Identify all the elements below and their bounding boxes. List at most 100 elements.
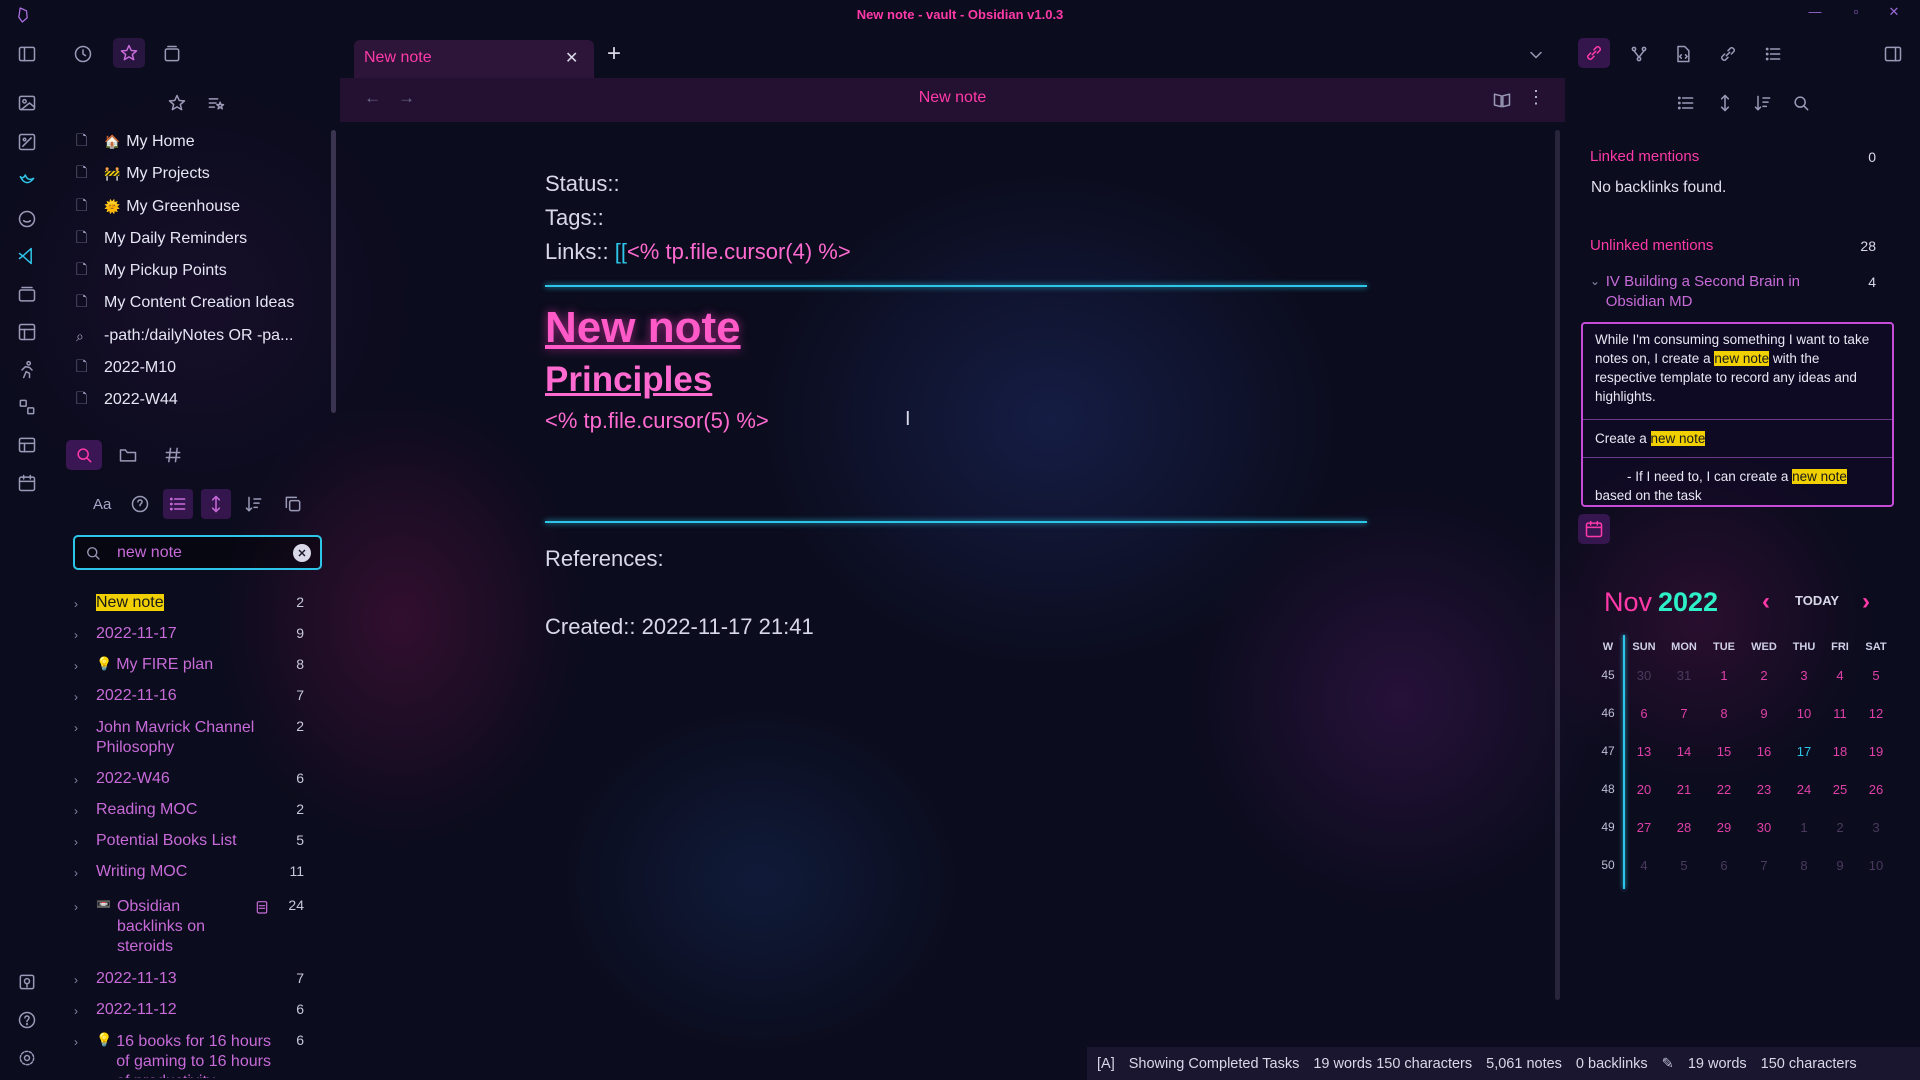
search-result[interactable]: › 2022-11-17 9 (74, 625, 304, 643)
calendar-day[interactable]: 5 (1666, 858, 1702, 873)
calendar-day[interactable]: 15 (1706, 744, 1742, 759)
backlinks-count[interactable]: 0 backlinks (1576, 1056, 1648, 1072)
expand-icon[interactable] (201, 489, 231, 519)
running-icon[interactable] (14, 357, 40, 383)
chevron-right-icon[interactable]: › (74, 897, 96, 957)
hashtag-icon[interactable] (160, 442, 186, 468)
backlinks-tab-icon[interactable] (1578, 38, 1610, 68)
note-heading-1[interactable]: New note (545, 303, 741, 353)
search-result[interactable]: › New note 2 (74, 594, 304, 612)
calendar-tab-icon[interactable] (1578, 514, 1610, 544)
note-heading-2[interactable]: Principles (545, 360, 712, 400)
calendar-day[interactable]: 7 (1746, 858, 1782, 873)
chevron-right-icon[interactable]: › (74, 718, 96, 758)
outgoing-links-icon[interactable] (1626, 41, 1652, 67)
search-result[interactable]: › Reading MOC 2 (74, 801, 304, 819)
chevron-right-icon[interactable]: › (74, 970, 96, 988)
file-code-icon[interactable] (1670, 41, 1696, 67)
kanban-icon[interactable] (14, 319, 40, 345)
calendar-day[interactable]: 8 (1706, 706, 1742, 721)
chevron-right-icon[interactable]: › (74, 687, 96, 705)
calendar-day[interactable]: 31 (1666, 668, 1702, 683)
calendar-day[interactable]: 5 (1858, 668, 1894, 683)
calendar-day[interactable]: 21 (1666, 782, 1702, 797)
chevron-right-icon[interactable]: › (74, 625, 96, 643)
close-tab-icon[interactable]: ✕ (565, 48, 578, 68)
favorite-item[interactable]: 🗋 My Pickup Points (76, 258, 227, 284)
image-icon[interactable] (14, 90, 40, 116)
calendar-day[interactable]: 27 (1626, 820, 1662, 835)
calendar-day[interactable]: 12 (1858, 706, 1894, 721)
previous-month-button[interactable]: ‹ (1762, 588, 1770, 616)
vscode-icon[interactable] (14, 243, 40, 269)
outline-icon[interactable] (1760, 41, 1786, 67)
calendar-day[interactable]: 11 (1822, 706, 1858, 721)
favorite-item[interactable]: 🗋 🏠 My Home (76, 129, 195, 155)
calendar-day[interactable]: 2 (1822, 820, 1858, 835)
star-tab-icon[interactable] (113, 38, 145, 68)
calendar-day[interactable]: 17 (1786, 744, 1822, 759)
completed-tasks-status[interactable]: Showing Completed Tasks (1129, 1056, 1300, 1072)
calendar-day[interactable]: 1 (1786, 820, 1822, 835)
link-edit-icon[interactable] (1715, 41, 1741, 67)
week-number[interactable]: 47 (1590, 744, 1626, 758)
week-number[interactable]: 49 (1590, 820, 1626, 834)
calendar-day[interactable]: 9 (1822, 858, 1858, 873)
week-number[interactable]: 48 (1590, 782, 1626, 796)
right-sidebar-toggle-icon[interactable] (1880, 41, 1906, 67)
search-result[interactable]: › 2022-11-12 6 (74, 1001, 304, 1019)
calendar-day[interactable]: 23 (1746, 782, 1782, 797)
copy-icon[interactable] (281, 492, 305, 516)
favorite-item[interactable]: 🗋 2022-W44 (76, 387, 178, 413)
help-circle-icon[interactable] (128, 492, 152, 516)
favorite-item[interactable]: 🗋 🌞 My Greenhouse (76, 194, 240, 220)
close-window-button[interactable]: ✕ (1882, 4, 1906, 26)
pencil-icon[interactable]: ✎ (1662, 1056, 1674, 1072)
calendar-day[interactable]: 3 (1786, 668, 1822, 683)
mention-item[interactable]: Create a new note (1583, 420, 1892, 458)
slides-icon[interactable] (14, 282, 40, 308)
search-result[interactable]: › 💡 My FIRE plan 8 (74, 656, 304, 674)
clock-icon[interactable] (70, 41, 96, 67)
chevron-right-icon[interactable]: › (74, 832, 96, 850)
tags-property[interactable]: Tags:: (545, 205, 604, 231)
calendar-day[interactable]: 19 (1858, 744, 1894, 759)
reading-view-icon[interactable] (1490, 89, 1514, 111)
list-toggle-icon[interactable] (163, 489, 193, 519)
unlinked-mentions-header[interactable]: Unlinked mentions (1590, 237, 1713, 254)
chevron-down-icon[interactable]: ⌄ (1590, 272, 1606, 312)
editor-scrollbar[interactable] (1555, 130, 1560, 1000)
calendar-day[interactable]: 14 (1666, 744, 1702, 759)
favorite-item[interactable]: 🗋 My Content Creation Ideas (76, 290, 294, 316)
created-line[interactable]: Created:: 2022-11-17 21:41 (545, 614, 814, 640)
chevron-right-icon[interactable]: › (74, 594, 96, 612)
show-more-context-icon[interactable] (1713, 91, 1737, 115)
folder-icon[interactable] (115, 442, 141, 468)
search-result[interactable]: › 📼 Obsidian backlinks on steroids 24 (74, 897, 304, 957)
search-input[interactable]: new note (117, 544, 182, 562)
search-result[interactable]: › Writing MOC 11 (74, 863, 304, 881)
bookmark-panel-icon[interactable] (159, 41, 185, 67)
chevron-down-icon[interactable] (1524, 43, 1548, 67)
search-result[interactable]: › Potential Books List 5 (74, 832, 304, 850)
chevron-right-icon[interactable]: › (74, 656, 96, 674)
next-month-button[interactable]: › (1862, 588, 1870, 616)
search-tab-icon[interactable] (66, 440, 102, 470)
new-tab-button[interactable]: + (607, 40, 621, 68)
chevron-right-icon[interactable]: › (74, 863, 96, 881)
calendar-day[interactable]: 2 (1746, 668, 1782, 683)
graph-image-icon[interactable] (14, 129, 40, 155)
help-icon[interactable] (14, 1007, 40, 1033)
calendar-day[interactable]: 13 (1626, 744, 1662, 759)
maximize-button[interactable]: ▫ (1844, 4, 1868, 26)
match-case-toggle[interactable]: Aa (93, 496, 111, 513)
week-number[interactable]: 50 (1590, 858, 1626, 872)
editing-mode[interactable]: [A] (1097, 1056, 1115, 1072)
search-result[interactable]: › 2022-W46 6 (74, 770, 304, 788)
calendar-day[interactable]: 30 (1626, 668, 1662, 683)
calendar-day[interactable]: 7 (1666, 706, 1702, 721)
references-line[interactable]: References: (545, 546, 664, 572)
favorite-item[interactable]: 🗋 My Daily Reminders (76, 226, 247, 252)
calendar-day[interactable]: 20 (1626, 782, 1662, 797)
favorite-item[interactable]: 🗋 🚧 My Projects (76, 161, 210, 187)
